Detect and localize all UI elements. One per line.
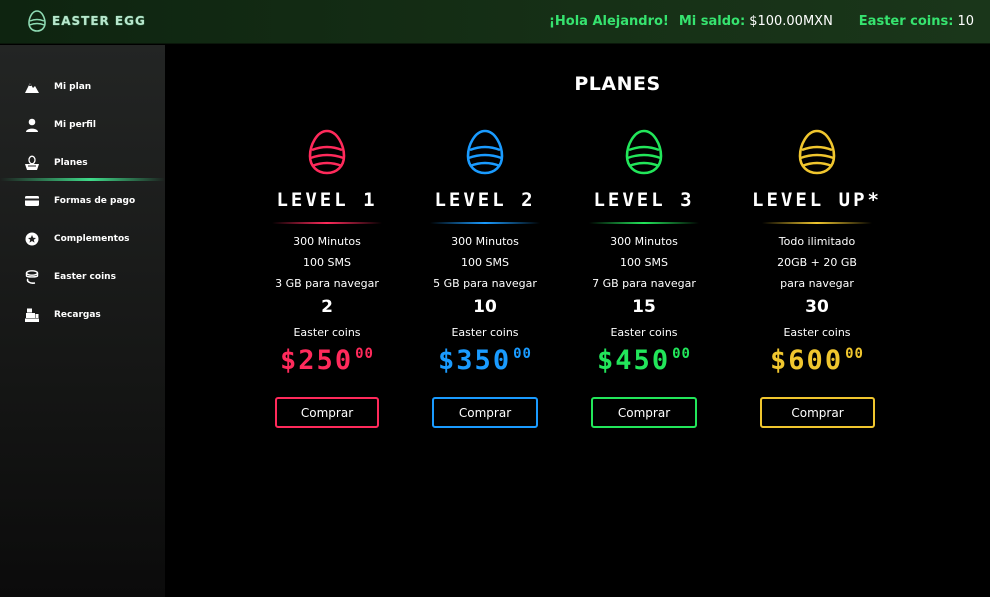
brand-logo[interactable]: EASTER EGG: [28, 10, 146, 32]
sidebar-item-label: Complementos: [54, 234, 130, 244]
sidebar: Mi plan Mi perfil Planes Formas de pago …: [0, 45, 165, 597]
plan-divider: [272, 222, 382, 224]
coins-label: Easter coins:: [858, 13, 954, 29]
top-bar: EASTER EGG ¡Hola Alejandro! Mi saldo: $1…: [0, 0, 990, 44]
plan-feature: 20GB + 20 GB: [777, 256, 857, 269]
active-nav-indicator: [0, 178, 165, 181]
plan-coins-label: Easter coins: [293, 326, 361, 339]
sidebar-item-mi-perfil[interactable]: Mi perfil: [0, 113, 165, 137]
plan-name: LEVEL UP*: [752, 189, 882, 211]
sidebar-item-label: Mi plan: [54, 82, 92, 92]
plan-feature: 3 GB para navegar: [275, 277, 379, 290]
sidebar-item-planes[interactable]: Planes: [0, 151, 165, 175]
cash-register-icon: [25, 308, 39, 322]
plan-feature: 100 SMS: [461, 256, 509, 269]
coins-icon: [25, 270, 39, 284]
egg-icon: [28, 10, 46, 32]
account-summary: ¡Hola Alejandro! Mi saldo: $100.00MXN Ea…: [549, 12, 974, 30]
brand-name: EASTER EGG: [52, 14, 146, 28]
plan-coins: 15: [632, 297, 656, 317]
plan-price: $600 00: [737, 345, 897, 376]
plan-name: LEVEL 3: [593, 189, 695, 211]
user-icon: [26, 118, 38, 132]
plan-feature: 300 Minutos: [451, 235, 519, 248]
sidebar-item-label: Easter coins: [54, 272, 116, 282]
buy-button[interactable]: Comprar: [275, 397, 379, 428]
coins-value: 10: [957, 13, 974, 29]
sidebar-item-label: Recargas: [54, 310, 101, 320]
price-amount: $350: [438, 345, 512, 376]
price-cents: 00: [355, 346, 374, 362]
plan-card-level-2: LEVEL 2 300 Minutos 100 SMS 5 GB para na…: [405, 129, 565, 449]
price-amount: $250: [280, 345, 354, 376]
balance-label: Mi saldo:: [678, 13, 746, 29]
credit-card-icon: [25, 196, 39, 206]
plan-feature: 300 Minutos: [610, 235, 678, 248]
plan-price: $250 00: [247, 345, 407, 376]
plan-feature: para navegar: [780, 277, 854, 290]
plan-divider: [762, 222, 872, 224]
plan-feature: 300 Minutos: [293, 235, 361, 248]
price-amount: $600: [770, 345, 844, 376]
plan-coins-label: Easter coins: [783, 326, 851, 339]
plan-card-level-3: LEVEL 3 300 Minutos 100 SMS 7 GB para na…: [564, 129, 724, 449]
sidebar-item-label: Planes: [54, 158, 88, 168]
price-cents: 00: [672, 346, 691, 362]
egg-icon: [308, 129, 346, 175]
plan-feature: Todo ilimitado: [778, 235, 856, 248]
plan-feature: 7 GB para navegar: [592, 277, 696, 290]
egg-icon: [625, 129, 663, 175]
plan-coins: 2: [321, 297, 333, 317]
main-content: PLANES LEVEL 1 300 Minutos 100 SMS 3 GB …: [165, 45, 990, 597]
plan-feature: 5 GB para navegar: [433, 277, 537, 290]
plan-coins-label: Easter coins: [610, 326, 678, 339]
sidebar-item-label: Formas de pago: [54, 196, 136, 206]
plan-price: $350 00: [405, 345, 565, 376]
sidebar-item-recargas[interactable]: Recargas: [0, 303, 165, 327]
sidebar-item-complementos[interactable]: Complementos: [0, 227, 165, 251]
plan-coins: 30: [805, 297, 829, 317]
buy-button[interactable]: Comprar: [591, 397, 697, 428]
sidebar-item-mi-plan[interactable]: Mi plan: [0, 75, 165, 99]
plan-card-level-up: LEVEL UP* Todo ilimitado 20GB + 20 GB pa…: [737, 129, 897, 449]
plan-divider: [430, 222, 540, 224]
greeting: ¡Hola Alejandro!: [548, 13, 669, 29]
egg-icon: [466, 129, 504, 175]
sidebar-item-label: Mi perfil: [54, 120, 96, 130]
buy-button[interactable]: Comprar: [432, 397, 538, 428]
price-cents: 00: [513, 346, 532, 362]
plan-feature: 100 SMS: [620, 256, 668, 269]
plan-coins-label: Easter coins: [451, 326, 519, 339]
plan-divider: [589, 222, 699, 224]
buy-button[interactable]: Comprar: [760, 397, 875, 428]
sidebar-item-easter-coins[interactable]: Easter coins: [0, 265, 165, 289]
egg-icon: [798, 129, 836, 175]
price-amount: $450: [597, 345, 671, 376]
mountain-icon: [25, 83, 39, 93]
plan-feature: 100 SMS: [303, 256, 351, 269]
balance-value: $100.00MXN: [749, 13, 833, 29]
badge-star-icon: [25, 232, 39, 246]
egg-basket-icon: [25, 155, 39, 170]
page-title: PLANES: [574, 73, 661, 95]
price-cents: 00: [845, 346, 864, 362]
sidebar-item-formas-de-pago[interactable]: Formas de pago: [0, 189, 165, 213]
plan-price: $450 00: [564, 345, 724, 376]
plan-card-level-1: LEVEL 1 300 Minutos 100 SMS 3 GB para na…: [247, 129, 407, 449]
plan-coins: 10: [473, 297, 497, 317]
